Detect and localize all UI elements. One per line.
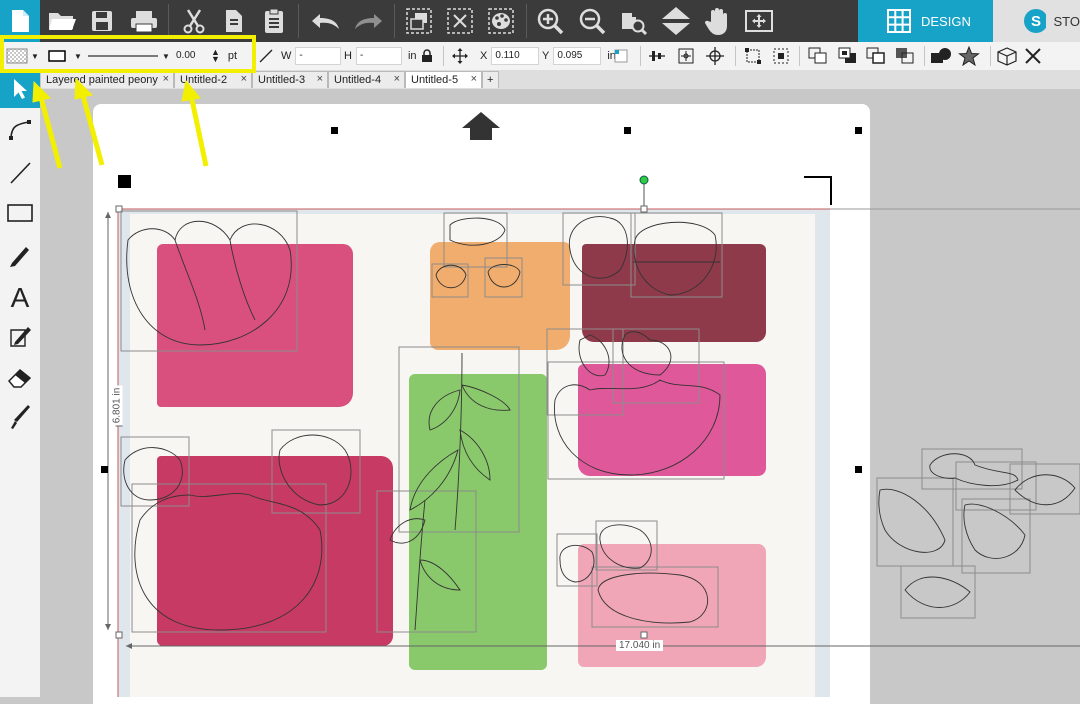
annotation-arrow-icon	[82, 92, 102, 165]
rotate-handle[interactable]	[640, 176, 648, 184]
mat-corner-mark	[804, 177, 831, 205]
annotation-arrow-head-icon	[75, 79, 92, 99]
annotation-arrow-head-icon	[33, 82, 50, 102]
traced-shape-outlines	[124, 217, 1075, 630]
selection-handle[interactable]	[855, 127, 862, 134]
width-dimension-label: 17.040 in	[616, 640, 663, 651]
height-dimension-label: 6.801 in	[112, 386, 123, 426]
image-handle[interactable]	[116, 632, 122, 638]
annotation-arrow-head-icon	[182, 81, 200, 101]
image-handle[interactable]	[641, 632, 647, 638]
selection-handle[interactable]	[624, 127, 631, 134]
annotation-arrow-icon	[40, 94, 60, 168]
selection-handle[interactable]	[855, 466, 862, 473]
annotation-arrows	[0, 0, 260, 190]
annotation-arrow-icon	[191, 95, 206, 166]
selection-handle[interactable]	[101, 466, 108, 473]
selection-handle[interactable]	[331, 127, 338, 134]
image-handle[interactable]	[641, 206, 647, 212]
width-dimension-arrow	[126, 643, 132, 649]
traced-shape-boxes	[121, 211, 1080, 632]
page-direction-arrow-icon	[462, 112, 500, 140]
